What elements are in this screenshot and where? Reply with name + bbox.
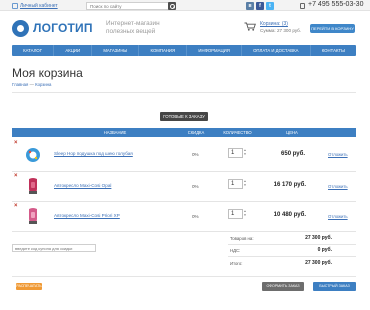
nav-item-contacts[interactable]: Контакты [311, 45, 356, 56]
coupon-code-input[interactable] [12, 244, 96, 252]
delete-item-icon[interactable]: × [14, 173, 18, 179]
phone-number: +7 495 555-03-30 [308, 1, 364, 8]
divider [12, 92, 356, 93]
print-button[interactable]: Распечатать [16, 283, 42, 290]
totals-divider [228, 256, 356, 257]
quantity-input[interactable]: 1 [228, 209, 243, 219]
product-discount: 0% [192, 184, 199, 189]
quantity-stepper[interactable]: ▲ ▼ [243, 179, 247, 189]
divider [12, 276, 356, 277]
goods-total-label: Товаров на: [230, 236, 254, 241]
vat-label: НДС: [230, 248, 241, 253]
header-cart-sum: Сумма: 27 300 руб. [260, 28, 302, 33]
product-price: 16 170 руб. [273, 182, 306, 188]
ready-to-order-tab[interactable]: Готовые к заказу [160, 112, 208, 121]
nav-item-payment-delivery[interactable]: Оплата и доставка [242, 45, 311, 56]
column-header-discount: Скидка [187, 130, 205, 135]
slogan-line-1: Интернет-магазин [106, 20, 160, 27]
vk-icon[interactable]: в [246, 1, 254, 10]
column-header-price: Цена [286, 130, 298, 135]
breadcrumb-current[interactable]: Корзина [35, 82, 51, 87]
logo[interactable]: ЛОГОТИП [33, 21, 93, 35]
quantity-stepper[interactable]: ▲ ▼ [243, 209, 247, 219]
column-header-name: Название [103, 130, 127, 135]
product-name-link[interactable]: Sleep Hop подушка под шею голубая [54, 151, 133, 156]
account-link[interactable]: Личный кабинет [20, 3, 58, 9]
quantity-input[interactable]: 1 [228, 179, 243, 189]
delete-item-icon[interactable]: × [14, 140, 18, 146]
checkout-button[interactable]: Оформить заказ [262, 282, 304, 291]
goods-total-value: 27 300 руб. [305, 235, 332, 241]
page-title: Моя корзина [12, 66, 83, 80]
quick-order-button[interactable]: Быстрый заказ [313, 282, 356, 291]
postpone-link[interactable]: Отложить [328, 184, 348, 189]
user-icon [12, 2, 18, 9]
breadcrumb-home[interactable]: Главная [12, 82, 28, 87]
column-header-qty: Количество [223, 130, 252, 135]
totals-divider [228, 244, 356, 245]
product-name-link[interactable]: Автокресло Maxi-Cosi Opal [54, 183, 111, 188]
nav-item-stores[interactable]: Магазины [92, 45, 140, 56]
breadcrumb: Главная — Корзина [12, 82, 51, 87]
twitter-icon[interactable]: t [266, 1, 274, 10]
phone-icon [300, 2, 305, 9]
breadcrumb-separator: — [29, 82, 34, 87]
nav-item-catalog[interactable]: Каталог [12, 45, 55, 56]
postpone-link[interactable]: Отложить [328, 152, 348, 157]
site-search-input[interactable] [86, 2, 171, 10]
product-image-car-seat-opal[interactable] [24, 177, 42, 195]
vat-value: 0 руб. [317, 247, 332, 253]
go-to-cart-button[interactable]: Перейти в корзину [310, 24, 355, 33]
facebook-icon[interactable]: f [256, 1, 264, 10]
slogan-line-2: полезных вещей [106, 28, 156, 35]
cart-icon[interactable] [244, 22, 256, 31]
product-price: 650 руб. [281, 151, 305, 157]
product-image-car-seat-priori[interactable] [24, 207, 42, 225]
product-price: 10 480 руб. [273, 212, 306, 218]
postpone-link[interactable]: Отложить [328, 214, 348, 219]
quantity-input[interactable]: 1 [228, 148, 243, 158]
product-name-link[interactable]: Автокресло Maxi-Cosi Priori XP [54, 213, 120, 218]
grand-total-label: Итого: [230, 261, 243, 266]
quantity-stepper[interactable]: ▲ ▼ [243, 148, 247, 158]
delete-item-icon[interactable]: × [14, 203, 18, 209]
logo-mark-icon[interactable] [12, 20, 29, 37]
nav-item-info[interactable]: Информация [187, 45, 242, 56]
header-cart-link[interactable]: Корзина: (3) [260, 21, 288, 27]
nav-item-company[interactable]: Компания [139, 45, 188, 56]
product-discount: 0% [192, 152, 199, 157]
product-discount: 0% [192, 214, 199, 219]
nav-item-promotions[interactable]: Акции [54, 45, 93, 56]
main-nav: Каталог Акции Магазины Компания Информац… [12, 45, 356, 56]
grand-total-value: 27 300 руб. [305, 260, 332, 266]
product-image-pillow[interactable] [24, 146, 42, 164]
search-icon[interactable] [168, 2, 176, 10]
